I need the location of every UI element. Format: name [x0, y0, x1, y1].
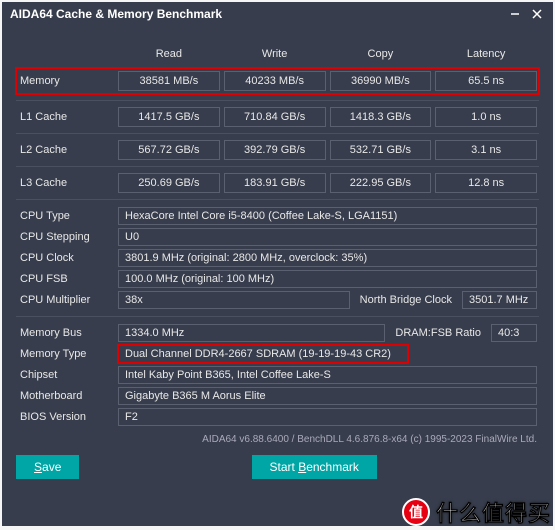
l2-row: L2 Cache 567.72 GB/s 392.79 GB/s 532.71 … — [16, 140, 539, 160]
nb-clock-value: 3501.7 MHz — [462, 291, 537, 309]
nb-clock-label: North Bridge Clock — [352, 294, 460, 306]
memory-latency[interactable]: 65.5 ns — [435, 71, 537, 91]
l3-read[interactable]: 250.69 GB/s — [118, 173, 220, 193]
cpu-clock-row: CPU Clock 3801.9 MHz (original: 2800 MHz… — [16, 248, 539, 268]
minimize-button[interactable] — [505, 4, 525, 24]
watermark-badge-icon: 值 — [402, 498, 430, 526]
dram-ratio-value: 40:3 — [491, 324, 537, 342]
cpu-stepping-value: U0 — [118, 228, 537, 246]
memory-label: Memory — [16, 75, 116, 87]
memory-copy[interactable]: 36990 MB/s — [330, 71, 432, 91]
header-read: Read — [116, 46, 222, 62]
memory-read[interactable]: 38581 MB/s — [118, 71, 220, 91]
bios-value: F2 — [118, 408, 537, 426]
mem-bus-label: Memory Bus — [16, 327, 116, 339]
cpu-clock-label: CPU Clock — [16, 252, 116, 264]
cpu-fsb-value: 100.0 MHz (original: 100 MHz) — [118, 270, 537, 288]
bios-row: BIOS Version F2 — [16, 407, 539, 427]
close-icon — [532, 9, 542, 19]
cpu-stepping-row: CPU Stepping U0 — [16, 227, 539, 247]
l3-latency[interactable]: 12.8 ns — [435, 173, 537, 193]
close-button[interactable] — [527, 4, 547, 24]
mem-bus-value: 1334.0 MHz — [118, 324, 385, 342]
cpu-mult-value: 38x — [118, 291, 350, 309]
cpu-clock-value: 3801.9 MHz (original: 2800 MHz, overcloc… — [118, 249, 537, 267]
l1-copy[interactable]: 1418.3 GB/s — [330, 107, 432, 127]
cpu-fsb-row: CPU FSB 100.0 MHz (original: 100 MHz) — [16, 269, 539, 289]
titlebar: AIDA64 Cache & Memory Benchmark — [2, 2, 553, 26]
l1-read[interactable]: 1417.5 GB/s — [118, 107, 220, 127]
l3-row: L3 Cache 250.69 GB/s 183.91 GB/s 222.95 … — [16, 173, 539, 193]
mem-type-value: Dual Channel DDR4-2667 SDRAM (19-19-19-4… — [118, 345, 408, 363]
mem-type-label: Memory Type — [16, 348, 116, 360]
column-headers: Read Write Copy Latency — [16, 44, 539, 64]
l2-label: L2 Cache — [16, 144, 116, 156]
header-copy: Copy — [328, 46, 434, 62]
dram-ratio-label: DRAM:FSB Ratio — [387, 327, 489, 339]
mem-type-row: Memory Type Dual Channel DDR4-2667 SDRAM… — [16, 344, 539, 364]
cpu-fsb-label: CPU FSB — [16, 273, 116, 285]
cpu-type-label: CPU Type — [16, 210, 116, 222]
button-row: Save Start Benchmark — [2, 449, 553, 485]
l3-write[interactable]: 183.91 GB/s — [224, 173, 326, 193]
l2-copy[interactable]: 532.71 GB/s — [330, 140, 432, 160]
cpu-mult-row: CPU Multiplier 38x North Bridge Clock 35… — [16, 290, 539, 310]
l1-label: L1 Cache — [16, 111, 116, 123]
chipset-value: Intel Kaby Point B365, Intel Coffee Lake… — [118, 366, 537, 384]
start-benchmark-button[interactable]: Start Benchmark — [252, 455, 377, 479]
l1-row: L1 Cache 1417.5 GB/s 710.84 GB/s 1418.3 … — [16, 107, 539, 127]
cpu-type-row: CPU Type HexaCore Intel Core i5-8400 (Co… — [16, 206, 539, 226]
window-title: AIDA64 Cache & Memory Benchmark — [10, 7, 503, 21]
chipset-row: Chipset Intel Kaby Point B365, Intel Cof… — [16, 365, 539, 385]
l2-write[interactable]: 392.79 GB/s — [224, 140, 326, 160]
cpu-mult-label: CPU Multiplier — [16, 294, 116, 306]
mobo-value: Gigabyte B365 M Aorus Elite — [118, 387, 537, 405]
watermark-text: 什么值得买 — [436, 496, 551, 528]
watermark: 值 什么值得买 — [402, 496, 551, 528]
header-latency: Latency — [433, 46, 539, 62]
l2-latency[interactable]: 3.1 ns — [435, 140, 537, 160]
mobo-label: Motherboard — [16, 390, 116, 402]
mem-bus-row: Memory Bus 1334.0 MHz DRAM:FSB Ratio 40:… — [16, 323, 539, 343]
memory-write[interactable]: 40233 MB/s — [224, 71, 326, 91]
l3-label: L3 Cache — [16, 177, 116, 189]
bios-label: BIOS Version — [16, 411, 116, 423]
mobo-row: Motherboard Gigabyte B365 M Aorus Elite — [16, 386, 539, 406]
cpu-type-value: HexaCore Intel Core i5-8400 (Coffee Lake… — [118, 207, 537, 225]
footer-text: AIDA64 v6.88.6400 / BenchDLL 4.6.876.8-x… — [2, 428, 553, 449]
l1-latency[interactable]: 1.0 ns — [435, 107, 537, 127]
cpu-stepping-label: CPU Stepping — [16, 231, 116, 243]
app-window: AIDA64 Cache & Memory Benchmark Read Wri… — [2, 2, 553, 526]
header-write: Write — [222, 46, 328, 62]
minimize-icon — [510, 9, 520, 19]
l1-write[interactable]: 710.84 GB/s — [224, 107, 326, 127]
memory-row: Memory 38581 MB/s 40233 MB/s 36990 MB/s … — [16, 68, 539, 94]
chipset-label: Chipset — [16, 369, 116, 381]
l2-read[interactable]: 567.72 GB/s — [118, 140, 220, 160]
l3-copy[interactable]: 222.95 GB/s — [330, 173, 432, 193]
save-button[interactable]: Save — [16, 455, 79, 479]
